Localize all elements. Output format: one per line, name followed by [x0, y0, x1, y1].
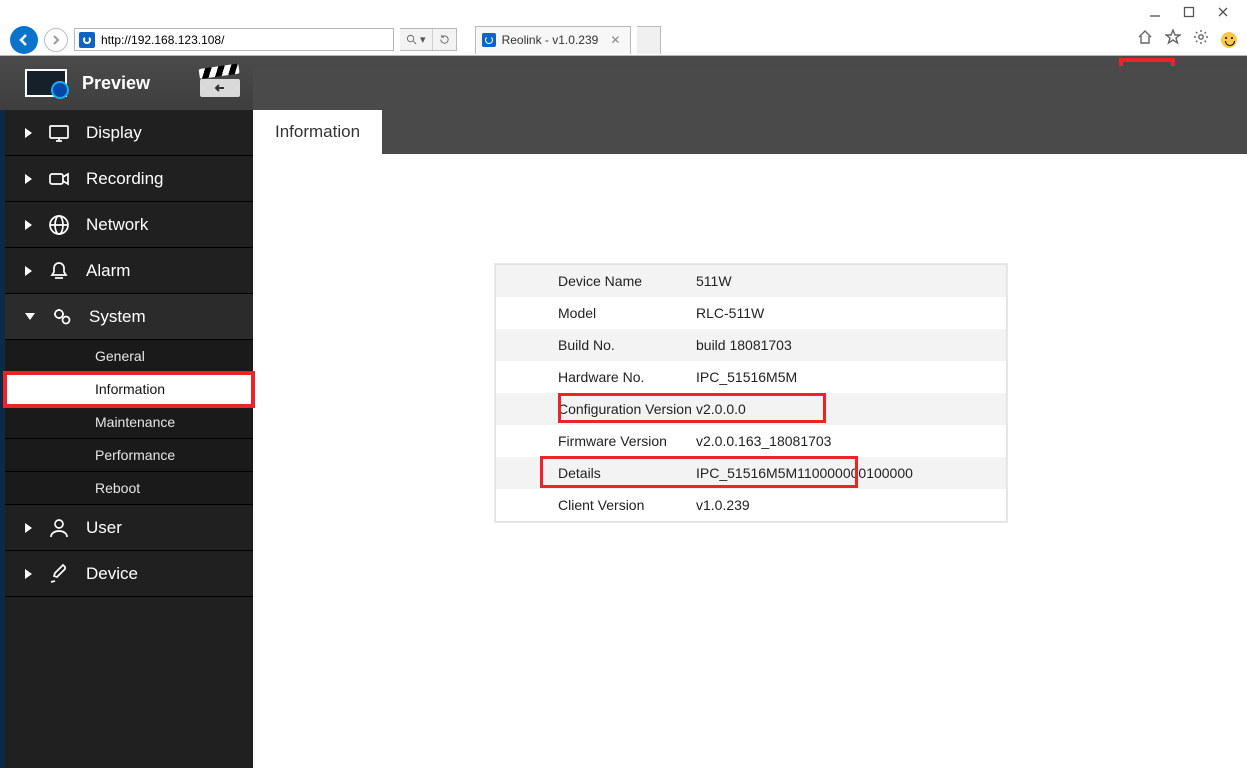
info-row-details: DetailsIPC_51516M5M110000000100000 — [496, 457, 1006, 489]
window-titlebar — [0, 0, 1247, 24]
sidebar-label: Display — [86, 123, 142, 143]
info-label: Firmware Version — [496, 433, 696, 449]
window-close-button[interactable] — [1217, 6, 1229, 18]
system-icon — [51, 306, 73, 328]
info-row-firmware-version: Firmware Versionv2.0.0.163_18081703 — [496, 425, 1006, 457]
user-icon — [48, 517, 70, 539]
nav-preview-label: Preview — [82, 73, 150, 94]
alarm-icon — [48, 260, 70, 282]
sidebar-label: System — [89, 307, 146, 327]
device-icon — [48, 563, 70, 585]
url-text: http://192.168.123.108/ — [99, 33, 393, 47]
info-value: build 18081703 — [696, 337, 1006, 353]
tab-information[interactable]: Information — [253, 110, 382, 154]
browser-back-button[interactable] — [10, 26, 38, 54]
chevron-right-icon — [25, 174, 32, 184]
sidebar-item-recording[interactable]: Recording — [5, 156, 253, 202]
info-value: IPC_51516M5M — [696, 369, 1006, 385]
info-label: Client Version — [496, 497, 696, 513]
info-label: Model — [496, 305, 696, 321]
chevron-right-icon — [25, 266, 32, 276]
sidebar-item-user[interactable]: User — [5, 505, 253, 551]
chevron-right-icon — [25, 128, 32, 138]
preview-icon — [24, 68, 68, 98]
sidebar-sub-information[interactable]: Information — [5, 373, 253, 406]
sub-label: General — [95, 348, 145, 364]
sidebar-label: Device — [86, 564, 138, 584]
sidebar-label: Recording — [86, 169, 164, 189]
settings-sidebar: Display Recording Network Alarm System G… — [5, 110, 253, 768]
content-tabbar: Information — [253, 110, 1247, 154]
info-row-model: ModelRLC-511W — [496, 297, 1006, 329]
search-icon[interactable]: ▾ — [400, 29, 432, 50]
info-label: Configuration Version — [496, 401, 696, 417]
info-value: RLC-511W — [696, 305, 1006, 321]
sidebar-sub-general[interactable]: General — [5, 340, 253, 373]
info-row-config-version: Configuration Versionv2.0.0.0 — [496, 393, 1006, 425]
sidebar-item-system[interactable]: System — [5, 294, 253, 340]
sidebar-item-alarm[interactable]: Alarm — [5, 248, 253, 294]
info-row-build-no: Build No.build 18081703 — [496, 329, 1006, 361]
sub-label: Performance — [95, 447, 175, 463]
browser-forward-button[interactable] — [44, 28, 68, 52]
tab-close-button[interactable]: ✕ — [604, 33, 620, 47]
network-icon — [48, 214, 70, 236]
new-tab-button[interactable] — [637, 26, 661, 54]
info-label: Details — [496, 465, 696, 481]
info-label: Hardware No. — [496, 369, 696, 385]
info-value: IPC_51516M5M110000000100000 — [696, 465, 1006, 481]
info-label: Device Name — [496, 273, 696, 289]
sidebar-item-network[interactable]: Network — [5, 202, 253, 248]
address-bar[interactable]: http://192.168.123.108/ — [74, 28, 394, 51]
tab-label: Information — [275, 122, 360, 142]
info-row-hardware-no: Hardware No.IPC_51516M5M — [496, 361, 1006, 393]
info-value: v2.0.0.163_18081703 — [696, 433, 1006, 449]
sidebar-sub-reboot[interactable]: Reboot — [5, 472, 253, 505]
sidebar-label: Network — [86, 215, 148, 235]
sidebar-sub-maintenance[interactable]: Maintenance — [5, 406, 253, 439]
tools-gear-icon[interactable] — [1193, 29, 1209, 50]
browser-toolbar: http://192.168.123.108/ ▾ Reolink - v1.0… — [0, 24, 1247, 56]
address-bar-controls: ▾ — [400, 28, 457, 51]
chevron-down-icon — [25, 313, 35, 320]
info-value: v1.0.239 — [696, 497, 1006, 513]
display-icon — [48, 122, 70, 144]
info-value: 511W — [696, 273, 1006, 289]
playback-icon — [198, 68, 242, 98]
sidebar-item-device[interactable]: Device — [5, 551, 253, 597]
sub-label: Maintenance — [95, 414, 175, 430]
sidebar-label: Alarm — [86, 261, 130, 281]
tab-favicon — [482, 33, 496, 47]
sidebar-item-display[interactable]: Display — [5, 110, 253, 156]
content-area: Device Name511W ModelRLC-511W Build No.b… — [253, 110, 1247, 768]
info-label: Build No. — [496, 337, 696, 353]
sidebar-label: User — [86, 518, 122, 538]
nav-preview[interactable]: Preview — [0, 56, 174, 110]
browser-tab[interactable]: Reolink - v1.0.239 ✕ — [475, 26, 632, 54]
system-info-card: Device Name511W ModelRLC-511W Build No.b… — [495, 264, 1007, 522]
chevron-right-icon — [25, 523, 32, 533]
chevron-right-icon — [25, 569, 32, 579]
sub-label: Reboot — [95, 480, 140, 496]
window-minimize-button[interactable] — [1149, 6, 1161, 18]
sidebar-sub-performance[interactable]: Performance — [5, 439, 253, 472]
home-icon[interactable] — [1137, 29, 1153, 50]
favorites-icon[interactable] — [1165, 29, 1181, 50]
chevron-right-icon — [25, 220, 32, 230]
recording-icon — [48, 168, 70, 190]
site-favicon — [79, 32, 95, 48]
info-row-client-version: Client Versionv1.0.239 — [496, 489, 1006, 521]
info-value: v2.0.0.0 — [696, 401, 1006, 417]
sub-label: Information — [95, 381, 165, 397]
window-maximize-button[interactable] — [1183, 6, 1195, 18]
refresh-button[interactable] — [432, 29, 456, 50]
info-row-device-name: Device Name511W — [496, 265, 1006, 297]
tab-title: Reolink - v1.0.239 — [502, 33, 599, 47]
feedback-icon[interactable] — [1221, 32, 1237, 48]
